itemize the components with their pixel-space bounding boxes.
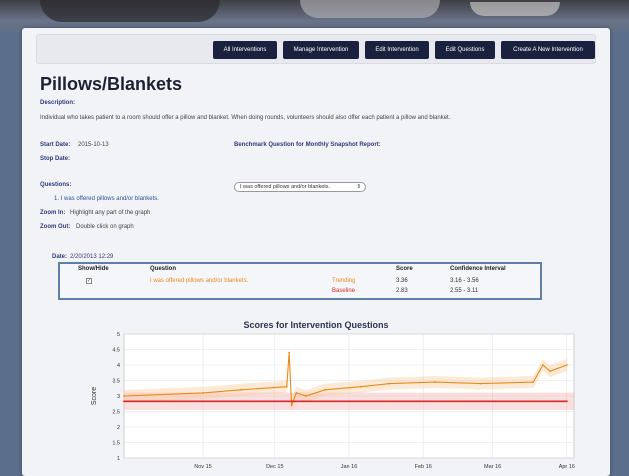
score-header: Score	[396, 266, 413, 272]
benchmark-label: Benchmark Question for Monthly Snapshot …	[234, 142, 381, 148]
stats-date-value: 2/20/2013 12:29	[70, 254, 114, 260]
question-header: Question	[150, 266, 177, 272]
y-tick-label: 2	[117, 425, 120, 431]
score-chart[interactable]: 1 1.5 2 2.5 3 3.5 4 4.5 5 Nov 15 Dec 15 Jan 16 Feb 1…	[72, 330, 584, 476]
trending-data-point	[434, 381, 437, 383]
manage-intervention-button[interactable]: Manage Intervention	[283, 41, 359, 59]
y-tick-label: 3.5	[112, 379, 120, 385]
edit-intervention-button[interactable]: Edit Intervention	[365, 41, 429, 59]
baseline-label: Baseline	[332, 288, 356, 294]
benchmark-selected-value: I was offered pillows and/or blankets.	[240, 184, 331, 190]
show-hide-checkbox[interactable]: ✓	[86, 278, 92, 284]
select-arrows-icon: ⇕	[356, 184, 361, 190]
y-tick-label: 4.5	[112, 348, 120, 354]
stats-date-label: Date:	[52, 254, 68, 260]
action-toolbar: All Interventions Manage Intervention Ed…	[36, 34, 596, 64]
trending-data-point	[305, 395, 307, 397]
confidence-interval-header: Confidence Interval	[450, 266, 506, 272]
trending-data-point	[290, 404, 293, 407]
y-tick-label: 2.5	[112, 410, 120, 416]
trending-data-point	[388, 382, 391, 385]
background-object	[40, 0, 220, 22]
trending-data-point	[324, 388, 326, 391]
edit-questions-button[interactable]: Edit Questions	[435, 41, 495, 59]
baseline-ci: 2.55 - 3.11	[450, 288, 479, 294]
trending-data-point	[285, 385, 288, 388]
benchmark-question-select[interactable]: I was offered pillows and/or blankets. ⇕	[234, 182, 366, 192]
x-tick-label: Apr 16	[559, 464, 575, 470]
chart-title: Scores for Intervention Questions	[243, 320, 389, 330]
questions-label: Questions:	[40, 182, 72, 188]
trending-data-point	[532, 381, 535, 383]
trending-ci: 3.16 - 3.56	[450, 278, 479, 284]
y-tick-label: 3	[117, 394, 120, 400]
zoom-out-text: Double click on graph	[76, 224, 134, 230]
baseline-data-point	[565, 400, 568, 403]
start-date-value: 2015-10-13	[78, 142, 109, 148]
x-tick-label: Mar 16	[484, 464, 501, 470]
description-text: Individual who takes patient to a room s…	[40, 115, 451, 121]
zoom-in-label: Zoom In:	[40, 210, 66, 216]
trending-data-point	[240, 388, 243, 391]
y-tick-label: 1.5	[112, 441, 120, 447]
y-tick-label: 1	[117, 456, 120, 462]
trending-data-point	[565, 364, 568, 366]
question-link[interactable]: 1. I was offered pillows and/or blankets…	[54, 196, 159, 202]
x-tick-label: Feb 16	[415, 464, 432, 470]
trending-data-point	[479, 382, 482, 385]
y-tick-label: 4	[117, 363, 120, 369]
zoom-in-text: Highlight any part of the graph	[70, 210, 151, 216]
show-hide-header: Show/Hide	[78, 266, 109, 272]
trending-data-point	[360, 385, 362, 388]
y-axis-label: Score	[91, 387, 98, 405]
description-label: Description:	[40, 100, 76, 106]
stop-date-label: Stop Date:	[40, 156, 70, 162]
x-tick-label: Jan 16	[341, 464, 358, 470]
create-intervention-button[interactable]: Create A New Intervention	[501, 41, 595, 59]
trending-data-point	[549, 370, 551, 373]
page-title: Pillows/Blankets	[40, 74, 183, 94]
all-interventions-button[interactable]: All Interventions	[213, 41, 277, 59]
trending-data-point	[288, 351, 291, 354]
background-object	[300, 0, 440, 18]
trending-data-point	[123, 395, 125, 397]
x-tick-label: Nov 15	[194, 464, 211, 470]
intervention-page: All Interventions Manage Intervention Ed…	[22, 28, 610, 476]
x-tick-label: Dec 15	[266, 464, 283, 470]
background-object	[470, 2, 560, 16]
stats-question-text: I was offered pillows and/or blankets.	[150, 278, 249, 284]
zoom-out-label: Zoom Out:	[40, 224, 71, 230]
trending-data-point	[202, 392, 204, 394]
baseline-data-point	[123, 400, 125, 403]
trending-data-point	[541, 364, 544, 366]
trending-label: Trending	[332, 278, 356, 284]
baseline-score: 2.83	[396, 288, 408, 294]
trending-data-point	[295, 392, 298, 394]
score-summary-table: Show/Hide Question Score Confidence Inte…	[58, 262, 542, 300]
y-tick-label: 5	[117, 332, 120, 338]
trending-score: 3.36	[396, 278, 408, 284]
start-date-label: Start Date:	[40, 142, 71, 148]
